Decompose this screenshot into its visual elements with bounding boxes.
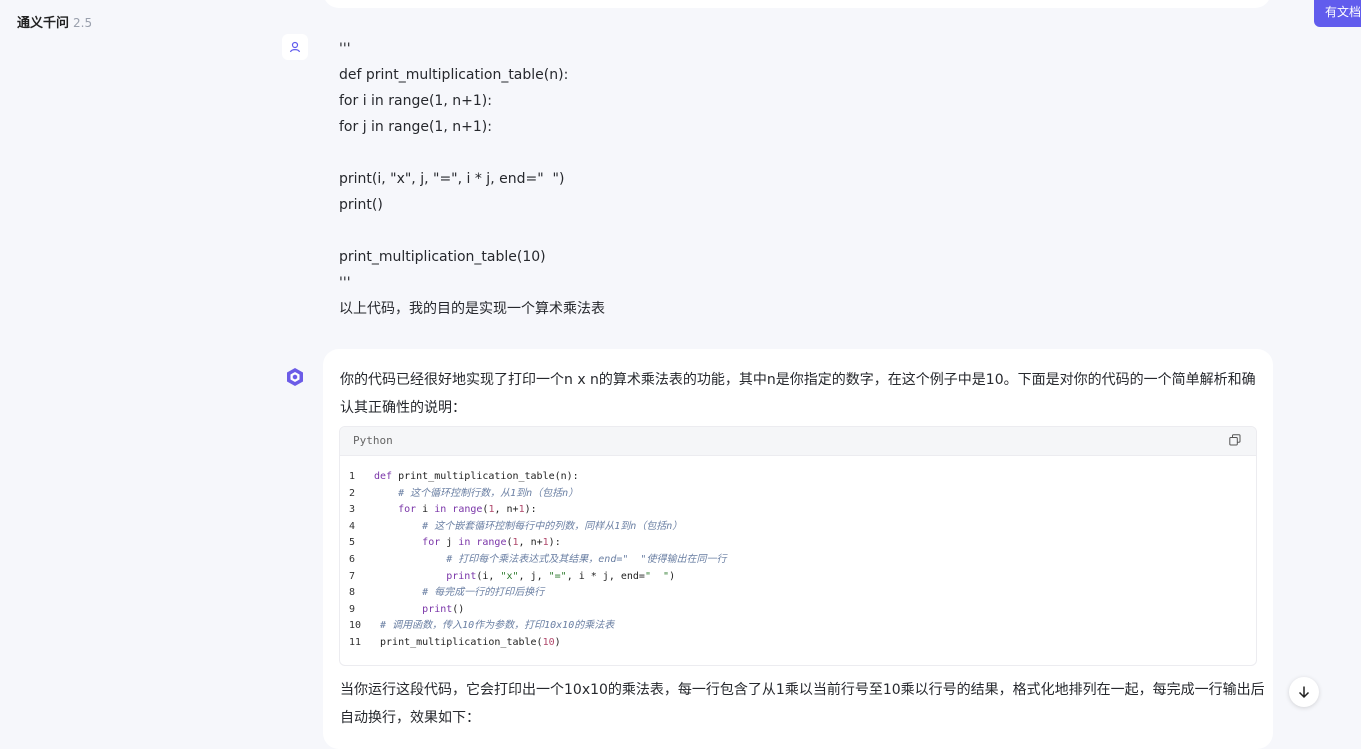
user-message: ''' def print_multiplication_table(n):for…: [339, 36, 1239, 322]
app-name: 通义千问: [17, 16, 70, 31]
code-line-number: 5: [349, 537, 356, 549]
user-message-line: [339, 140, 1239, 166]
qwen-logo-icon: [284, 366, 306, 388]
code-language: Python: [353, 434, 393, 447]
code-line-number: 10: [349, 620, 362, 632]
arrow-down-icon: [1298, 686, 1310, 699]
code-line-text: # 打印每个乘法表达式及其结果，end=" "使得输出在同一行: [446, 553, 727, 565]
code-line-number: 8: [349, 587, 356, 599]
code-line: 3 for i in range(1, n+1):: [340, 502, 1256, 519]
code-line-text: # 调用函数，传入10作为参数，打印10x10的乘法表: [380, 620, 615, 632]
code-line-text: print_multiplication_table(10): [374, 636, 561, 648]
code-line-text: # 这个嵌套循环控制每行中的列数，同样从1到n（包括n）: [422, 520, 683, 532]
user-message-line: for i in range(1, n+1):: [339, 93, 492, 109]
user-message-line: def print_multiplication_table(n):: [339, 67, 569, 83]
previous-message-card: [323, 0, 1271, 8]
user-message-line: for j in range(1, n+1):: [339, 119, 492, 135]
user-message-line: print_multiplication_table(10): [339, 249, 546, 265]
code-line: 1 def print_multiplication_table(n):: [340, 469, 1256, 486]
user-message-line: print(): [339, 197, 383, 213]
code-line-number: 6: [349, 553, 356, 565]
code-line-number: 4: [349, 520, 356, 532]
code-line: 11 print_multiplication_table(10): [340, 635, 1256, 652]
user-message-line: ''': [339, 41, 351, 57]
app-brand: 通义千问 2.5: [17, 12, 92, 31]
code-line-number: 2: [349, 487, 356, 499]
copy-icon[interactable]: [1229, 434, 1243, 448]
code-line: 6 # 打印每个乘法表达式及其结果，end=" "使得输出在同一行: [340, 552, 1256, 569]
code-line-text: def print_multiplication_table(n):: [374, 471, 579, 482]
code-line-text: for j in range(1, n+1):: [422, 537, 561, 549]
code-line-number: 1: [349, 471, 356, 482]
app-version: 2.5: [73, 16, 93, 30]
code-line-number: 7: [349, 570, 356, 582]
code-line-text: print(): [422, 603, 465, 615]
code-line: 5 for j in range(1, n+1):: [340, 535, 1256, 552]
code-line-text: # 这个循环控制行数，从1到n（包括n）: [398, 487, 579, 499]
code-line: 9 print(): [340, 602, 1256, 619]
code-line: 10 # 调用函数，传入10作为参数，打印10x10的乘法表: [340, 618, 1256, 635]
code-header: Python: [340, 427, 1256, 456]
code-line: 8 # 每完成一行的打印后换行: [340, 585, 1256, 602]
code-line: 7 print(i, "x", j, "=", i * j, end=" "): [340, 569, 1256, 586]
user-message-line: ''': [339, 275, 351, 291]
code-block: Python 1 def print_multiplication_table(n…: [339, 426, 1257, 666]
code-line-number: 3: [349, 504, 356, 516]
scroll-to-bottom-button[interactable]: [1289, 677, 1319, 707]
user-message-line: [339, 218, 1239, 244]
code-line-number: 9: [349, 603, 356, 615]
code-line: 2 # 这个循环控制行数，从1到n（包括n）: [340, 486, 1256, 503]
document-button[interactable]: 有文档: [1314, 0, 1361, 27]
code-line-text: # 每完成一行的打印后换行: [422, 587, 545, 599]
code-line-text: print(i, "x", j, "=", i * j, end=" "): [446, 570, 676, 582]
bot-intro-text: 你的代码已经很好地实现了打印一个n x n的算术乘法表的功能，其中n是你指定的数…: [340, 372, 1256, 416]
code-line: 4 # 这个嵌套循环控制每行中的列数，同样从1到n（包括n）: [340, 519, 1256, 536]
user-message-line: print(i, "x", j, "=", i * j, end=" "): [339, 171, 565, 187]
user-icon: [282, 34, 308, 60]
code-line-text: for i in range(1, n+1):: [398, 504, 537, 516]
code-line-number: 11: [349, 636, 362, 648]
user-message-line: 以上代码，我的目的是实现一个算术乘法表: [339, 301, 605, 317]
code-body: 1 def print_multiplication_table(n): 2 # 这…: [340, 469, 1256, 652]
